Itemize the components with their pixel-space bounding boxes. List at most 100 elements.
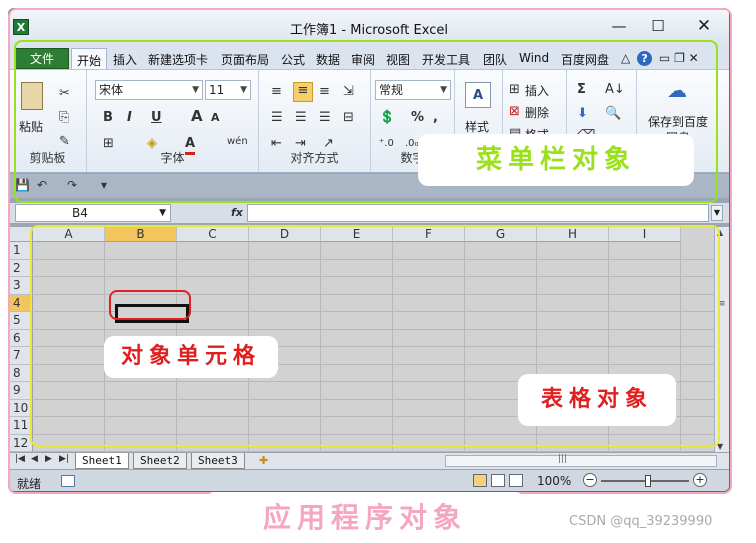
undo-icon[interactable]: ↶	[37, 178, 47, 192]
formula-input[interactable]	[247, 204, 709, 222]
horizontal-scrollbar[interactable]: |||	[445, 454, 717, 467]
tab-home[interactable]: 开始	[71, 48, 108, 70]
zoom-level[interactable]: 100%	[537, 474, 571, 488]
tab-team[interactable]: 团队	[483, 51, 507, 68]
wrap-text-icon[interactable]: ⇲	[343, 84, 354, 100]
excel-app-icon[interactable]: X	[13, 19, 29, 35]
grow-font-button[interactable]: A	[191, 108, 203, 124]
row-header-3[interactable]: 3	[9, 277, 33, 295]
tab-developer[interactable]: 开发工具	[422, 51, 470, 68]
autosum-button[interactable]: Σ	[577, 82, 586, 98]
cut-icon[interactable]: ✂	[59, 86, 70, 102]
merge-center-icon[interactable]: ⊟	[343, 110, 354, 126]
insert-function-button[interactable]: fx	[231, 206, 243, 219]
column-header-b[interactable]: B	[105, 227, 177, 242]
scroll-up-icon[interactable]: ▲	[717, 228, 723, 237]
tab-new[interactable]: 新建选项卡	[148, 51, 208, 68]
prev-sheet-icon[interactable]: ◀	[31, 454, 38, 464]
sort-filter-icon[interactable]: A↓	[605, 82, 625, 98]
zoom-in-button[interactable]: +	[693, 473, 707, 487]
insert-sheet-icon[interactable]: ✚	[259, 454, 268, 467]
paste-icon[interactable]	[21, 82, 43, 110]
font-name-combo[interactable]: 宋体 ▼	[95, 80, 203, 100]
tab-review[interactable]: 审阅	[351, 51, 375, 68]
align-top-icon[interactable]: ≡	[271, 84, 282, 100]
book-minimize-icon[interactable]: ▭	[659, 51, 670, 65]
page-break-view-button[interactable]	[509, 474, 523, 487]
copy-icon[interactable]: ⎘	[59, 110, 69, 126]
comma-button[interactable]: ,	[433, 110, 438, 126]
row-header-11[interactable]: 11	[9, 417, 33, 435]
bold-button[interactable]: B	[103, 110, 113, 126]
row-header-1[interactable]: 1	[9, 242, 33, 260]
column-header-a[interactable]: A	[33, 227, 105, 242]
tab-baidu[interactable]: 百度网盘	[561, 51, 609, 68]
column-header-f[interactable]: F	[393, 227, 465, 242]
align-middle-icon[interactable]: ≡	[293, 82, 313, 102]
zoom-out-button[interactable]: −	[583, 473, 597, 487]
record-macro-icon[interactable]	[61, 475, 75, 487]
find-select-icon[interactable]: 🔍	[605, 106, 621, 122]
select-all-corner[interactable]	[9, 227, 33, 242]
expand-formula-bar-icon[interactable]: ▼	[711, 205, 723, 221]
customize-toolbar-icon[interactable]: ▾	[101, 178, 107, 192]
next-sheet-icon[interactable]: ▶	[45, 454, 52, 464]
align-bottom-icon[interactable]: ≡	[319, 84, 330, 100]
format-painter-icon[interactable]: ✎	[59, 134, 70, 150]
italic-button[interactable]: I	[127, 110, 132, 126]
first-sheet-icon[interactable]: |◀	[15, 454, 25, 464]
sheet-tab-1[interactable]: Sheet1	[75, 453, 129, 469]
fill-icon[interactable]: ⬇	[577, 106, 588, 122]
tab-file[interactable]: 文件	[15, 48, 69, 69]
vertical-scrollbar[interactable]: ▲ ≡ ▼	[714, 227, 729, 452]
column-header-e[interactable]: E	[321, 227, 393, 242]
styles-button[interactable]: 样式	[465, 118, 489, 135]
font-size-combo[interactable]: 11 ▼	[205, 80, 251, 100]
row-header-12[interactable]: 12	[9, 434, 33, 452]
scroll-grip-icon[interactable]: |||	[558, 454, 567, 464]
insert-cells-icon[interactable]: ⊞	[509, 82, 520, 98]
book-restore-icon[interactable]: ❐	[674, 51, 685, 65]
save-icon[interactable]: 💾	[15, 178, 30, 192]
sheet-tab-2[interactable]: Sheet2	[133, 453, 187, 469]
zoom-slider-thumb[interactable]	[645, 475, 651, 487]
minimize-button[interactable]: —	[604, 15, 634, 37]
styles-icon[interactable]: A	[465, 82, 491, 108]
align-right-icon[interactable]: ☰	[319, 110, 331, 126]
column-header-h[interactable]: H	[537, 227, 609, 242]
maximize-button[interactable]: ☐	[643, 15, 673, 37]
tab-formulas[interactable]: 公式	[281, 51, 305, 68]
redo-icon[interactable]: ↷	[67, 178, 77, 192]
column-header-d[interactable]: D	[249, 227, 321, 242]
name-box[interactable]: B4 ▼	[15, 204, 171, 222]
column-header-i[interactable]: I	[609, 227, 681, 242]
align-left-icon[interactable]: ☰	[271, 110, 283, 126]
tab-data[interactable]: 数据	[316, 51, 340, 68]
delete-cells-button[interactable]: 删除	[525, 104, 549, 121]
shrink-font-button[interactable]: A	[211, 110, 220, 126]
row-header-4[interactable]: 4	[9, 294, 33, 312]
book-close-icon[interactable]: ✕	[689, 51, 699, 65]
last-sheet-icon[interactable]: ▶|	[59, 454, 69, 464]
delete-cells-icon[interactable]: ⊠	[509, 104, 520, 120]
row-header-8[interactable]: 8	[9, 364, 33, 382]
baidu-cloud-icon[interactable]: ☁	[667, 80, 687, 100]
tab-wind[interactable]: Wind	[519, 51, 549, 65]
underline-button[interactable]: U	[151, 110, 162, 126]
scroll-down-icon[interactable]: ▼	[717, 442, 723, 451]
phonetic-button[interactable]: wén	[227, 134, 248, 150]
active-cell[interactable]	[115, 304, 189, 323]
percent-button[interactable]: %	[411, 110, 424, 126]
close-button[interactable]: ✕	[689, 15, 719, 37]
row-header-6[interactable]: 6	[9, 329, 33, 347]
insert-cells-button[interactable]: 插入	[525, 82, 549, 99]
scroll-grip-icon[interactable]: ≡	[718, 299, 726, 309]
paste-button[interactable]: 粘贴	[19, 118, 43, 135]
row-header-10[interactable]: 10	[9, 399, 33, 417]
sheet-tab-3[interactable]: Sheet3	[191, 453, 245, 469]
row-header-9[interactable]: 9	[9, 382, 33, 400]
number-format-combo[interactable]: 常规 ▼	[375, 80, 451, 100]
currency-icon[interactable]: 💲	[379, 110, 395, 126]
row-header-7[interactable]: 7	[9, 347, 33, 365]
column-header-g[interactable]: G	[465, 227, 537, 242]
